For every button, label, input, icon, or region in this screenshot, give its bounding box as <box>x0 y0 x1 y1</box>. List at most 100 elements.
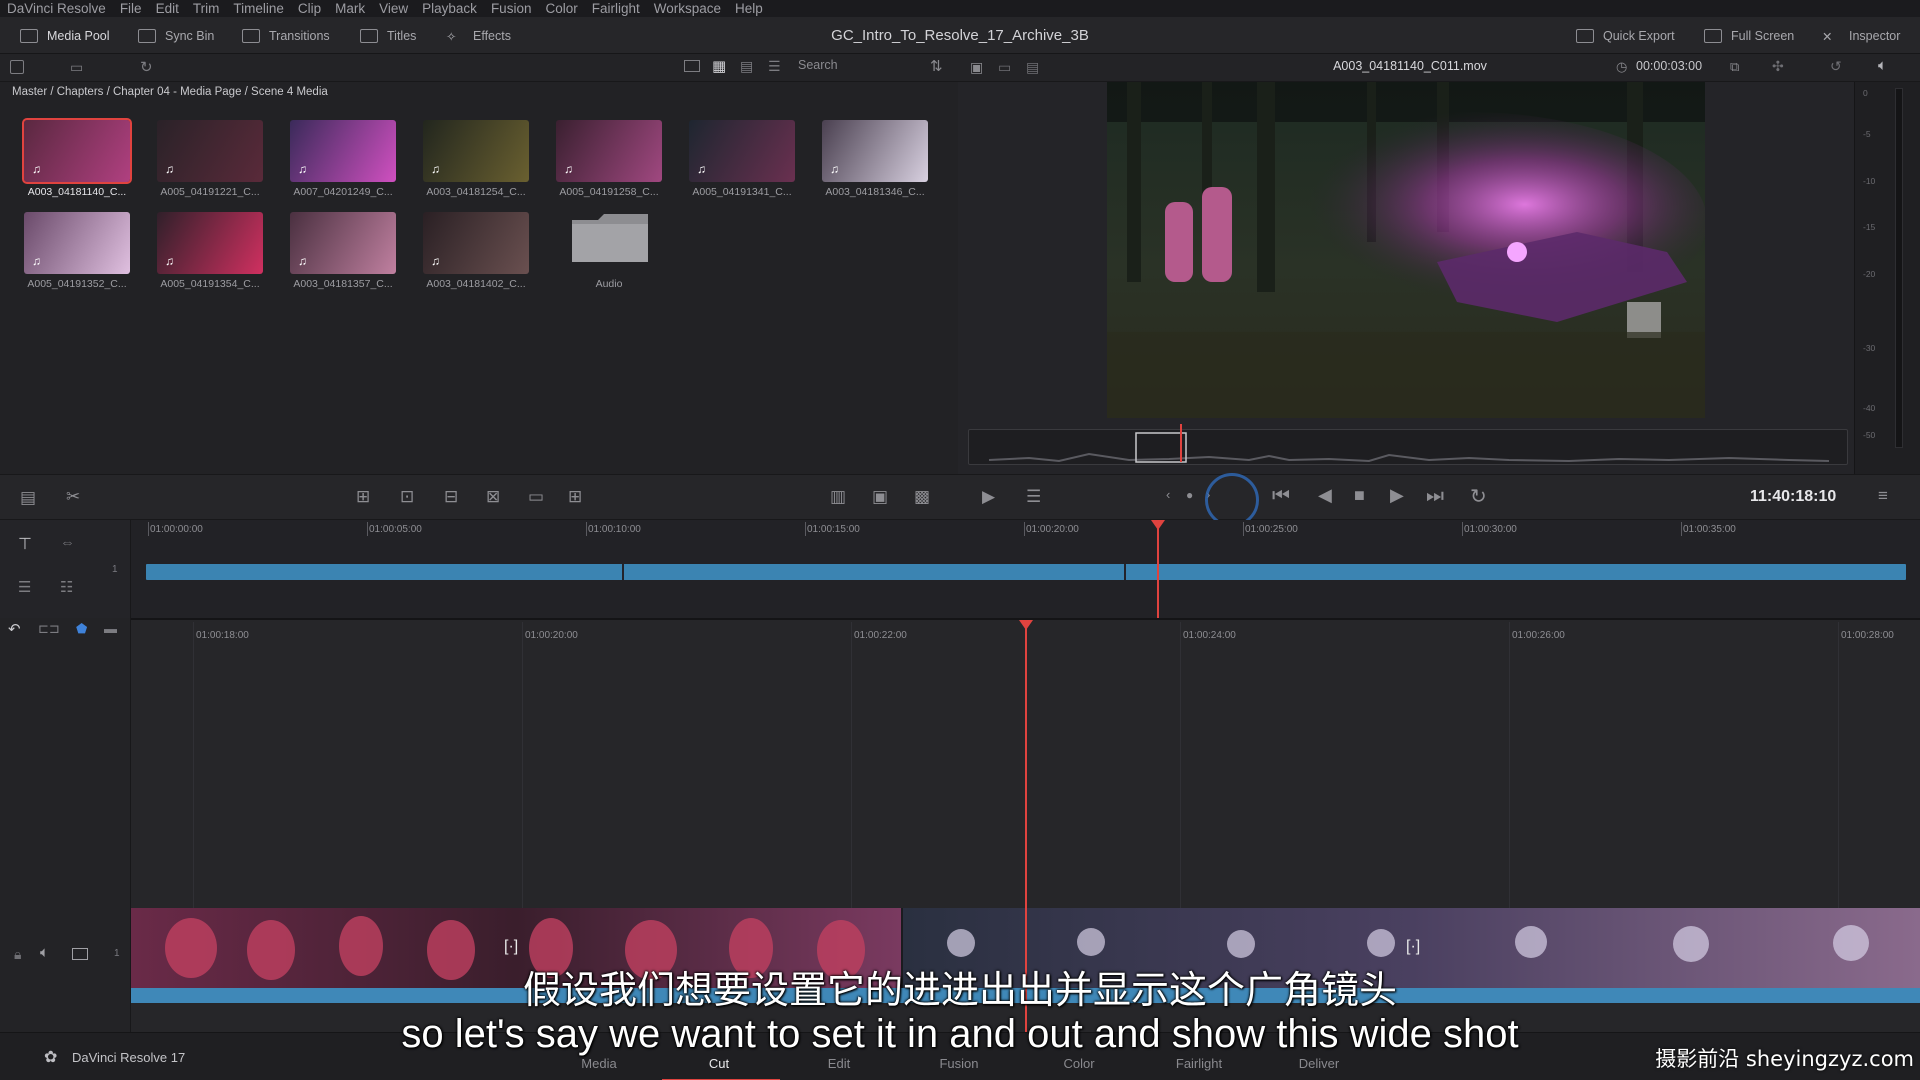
track-options-icon[interactable]: ▬ <box>104 621 117 636</box>
menu-timeline[interactable]: Timeline <box>233 1 284 16</box>
clip-label: A003_04181140_C... <box>27 186 127 198</box>
clip-thumbnail[interactable]: ♫ <box>822 120 928 182</box>
loop-playback-icon[interactable]: ↻ <box>1470 484 1487 509</box>
clip-thumbnail[interactable]: ♫ <box>423 120 529 182</box>
clip-thumbnail[interactable]: ♫ <box>157 212 263 274</box>
audio-scrub-icon[interactable]: ⊏⊐ <box>38 621 60 637</box>
menu-edit[interactable]: Edit <box>156 1 179 16</box>
source-overwrite-icon[interactable]: ⊞ <box>568 487 582 507</box>
in-point-marker-icon[interactable]: [·] <box>504 938 518 956</box>
source-tape-icon[interactable]: ▭ <box>998 59 1011 76</box>
timeline-view-icon[interactable]: ▤ <box>1026 59 1039 76</box>
menu-trim[interactable]: Trim <box>193 1 220 16</box>
speaker-icon[interactable]: 🔈︎ <box>1878 57 1887 74</box>
flag-icon[interactable]: ⬟ <box>76 621 87 637</box>
quick-export-button[interactable]: Quick Export <box>1576 26 1675 46</box>
menu-workspace[interactable]: Workspace <box>654 1 721 16</box>
settings-sliders-icon[interactable]: ☰ <box>1026 487 1041 507</box>
page-tab-edit[interactable]: Edit <box>789 1056 889 1071</box>
page-tab-fairlight[interactable]: Fairlight <box>1149 1056 1249 1071</box>
timeline-actions-icon[interactable]: ⊤ <box>18 534 32 554</box>
trim-tool-icon[interactable]: ⇔ <box>60 534 75 551</box>
go-to-start-icon[interactable]: ⏮ <box>1272 485 1290 508</box>
clip-thumbnail[interactable]: ♫ <box>689 120 795 182</box>
clip-thumbnail[interactable]: ♫ <box>157 120 263 182</box>
smart-bin-icon[interactable]: ▤ <box>20 488 36 508</box>
inspector-button[interactable]: ✕ Inspector <box>1822 26 1900 46</box>
source-clip-icon[interactable]: ▣ <box>970 59 983 76</box>
menu-file[interactable]: File <box>120 1 142 16</box>
menu-app[interactable]: DaVinci Resolve <box>7 1 106 16</box>
clip-thumbnail[interactable]: ♫ <box>556 120 662 182</box>
page-tab-media[interactable]: Media <box>549 1056 649 1071</box>
thumbnail-view-icon[interactable] <box>684 60 700 72</box>
lower-playhead-head[interactable] <box>1019 620 1033 630</box>
play-icon[interactable]: ▶ <box>1390 485 1404 506</box>
menu-view[interactable]: View <box>379 1 408 16</box>
out-point-marker-icon[interactable]: [·] <box>1406 938 1420 956</box>
clip-thumbnail[interactable]: ♫ <box>290 212 396 274</box>
safe-area-icon[interactable]: ✣ <box>1772 58 1784 75</box>
track-height-icon[interactable]: ☰ <box>18 578 31 596</box>
menu-color[interactable]: Color <box>545 1 577 16</box>
timecode-display[interactable]: 11:40:18:10 <box>1750 488 1836 506</box>
menu-fairlight[interactable]: Fairlight <box>592 1 640 16</box>
close-up-icon[interactable]: ⊠ <box>486 487 500 507</box>
upper-track-clips[interactable] <box>146 564 1906 580</box>
viewer-options-icon[interactable]: ⧉ <box>1730 59 1739 75</box>
breadcrumb[interactable]: Master / Chapters / Chapter 04 - Media P… <box>12 86 328 98</box>
full-screen-button[interactable]: Full Screen <box>1704 26 1794 46</box>
page-tab-cut[interactable]: Cut <box>669 1056 769 1071</box>
search-input[interactable]: Search <box>796 58 916 76</box>
ruler-tick <box>367 522 368 536</box>
refresh-icon[interactable]: ↻ <box>140 58 153 76</box>
effects-button[interactable]: ✧ Effects <box>446 26 511 46</box>
media-pool-button[interactable]: Media Pool <box>20 26 110 46</box>
play-reverse-icon[interactable]: ◀ <box>1318 485 1332 506</box>
folder-icon[interactable] <box>570 212 650 264</box>
panel-toggle-icon[interactable] <box>10 60 24 74</box>
new-bin-icon[interactable]: ▭ <box>70 59 83 76</box>
image-view-icon[interactable]: ▣ <box>872 487 888 507</box>
smart-insert-icon[interactable]: ⊞ <box>356 487 370 507</box>
clip-thumbnail[interactable]: ♫ <box>22 118 132 184</box>
menu-mark[interactable]: Mark <box>335 1 365 16</box>
clip-thumbnail[interactable]: ♫ <box>423 212 529 274</box>
filmstrip-view-icon[interactable]: ▤ <box>740 58 753 75</box>
sort-icon[interactable]: ⇅ <box>930 57 943 75</box>
scopes-icon[interactable]: ▩ <box>914 487 930 507</box>
timeline-options-icon[interactable]: ☷ <box>60 578 73 596</box>
snap-icon[interactable]: ↶ <box>8 620 21 638</box>
stop-icon[interactable]: ■ <box>1354 485 1365 506</box>
clip-thumbnail[interactable]: ♫ <box>24 212 130 274</box>
append-icon[interactable]: ⊡ <box>400 487 414 507</box>
page-tab-fusion[interactable]: Fusion <box>909 1056 1009 1071</box>
sync-bin-button[interactable]: Sync Bin <box>138 26 214 46</box>
grid-view-icon[interactable]: ▦ <box>712 57 726 75</box>
jog-left-icon[interactable]: ‹ <box>1166 487 1170 502</box>
place-on-top-icon[interactable]: ▭ <box>528 487 544 507</box>
meter-tick-label: -40 <box>1863 403 1876 413</box>
page-tab-deliver[interactable]: Deliver <box>1269 1056 1369 1071</box>
menu-playback[interactable]: Playback <box>422 1 477 16</box>
audio-waveform-icon[interactable]: ▥ <box>830 487 846 507</box>
page-tab-color[interactable]: Color <box>1029 1056 1129 1071</box>
viewer-scrubber[interactable] <box>968 424 1848 465</box>
clip-thumbnail[interactable]: ♫ <box>290 120 396 182</box>
options-menu-icon[interactable]: ≡ <box>1878 486 1888 506</box>
jog-dot-icon[interactable]: ● <box>1186 488 1193 502</box>
transitions-button[interactable]: Transitions <box>242 26 330 46</box>
menu-help[interactable]: Help <box>735 1 763 16</box>
list-view-icon[interactable]: ☰ <box>768 58 781 75</box>
ripple-overwrite-icon[interactable]: ⊟ <box>444 487 458 507</box>
tape-mode-icon[interactable]: ▶ <box>982 487 995 507</box>
blade-icon[interactable]: ✂ <box>66 487 80 507</box>
loop-icon[interactable]: ↺ <box>1830 58 1842 75</box>
go-to-end-icon[interactable]: ⏭ <box>1426 485 1444 508</box>
upper-playhead[interactable] <box>1157 526 1159 618</box>
upper-playhead-head[interactable] <box>1151 520 1165 530</box>
menu-clip[interactable]: Clip <box>298 1 321 16</box>
scrubber-playhead[interactable] <box>1180 424 1182 462</box>
menu-fusion[interactable]: Fusion <box>491 1 532 16</box>
titles-button[interactable]: Titles <box>360 26 416 46</box>
